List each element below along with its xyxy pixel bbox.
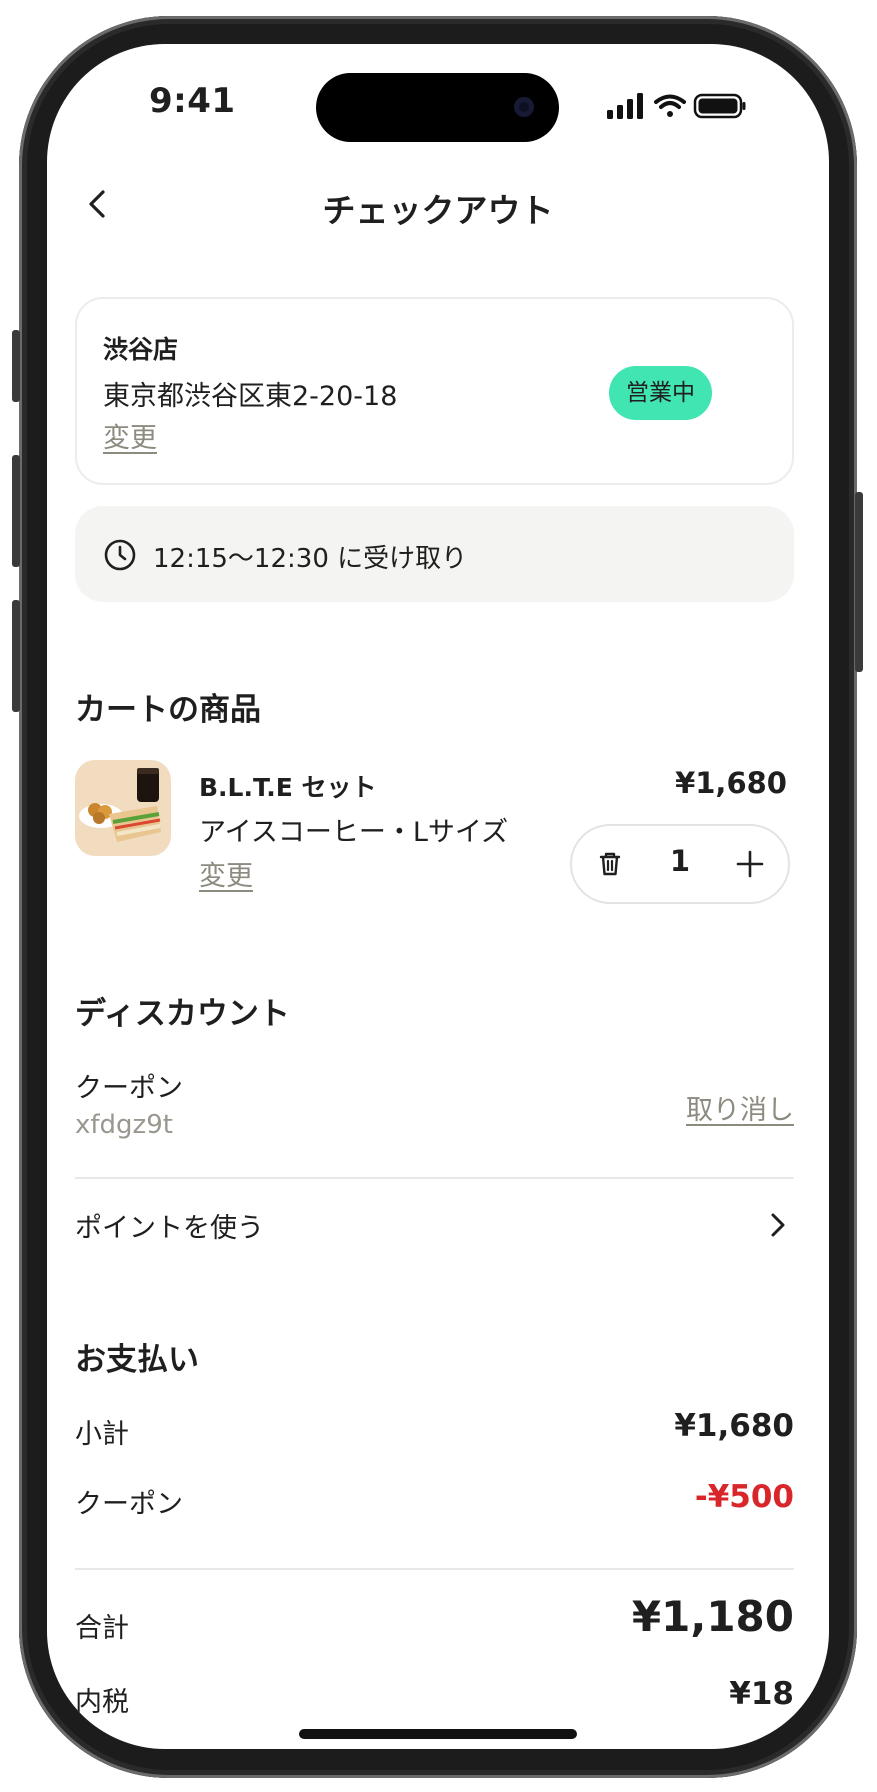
coupon-code: xfdgz9t <box>75 1110 173 1140</box>
status-time: 9:41 <box>149 81 236 121</box>
quantity-stepper: 1 <box>570 824 790 904</box>
plus-icon <box>736 850 764 878</box>
cart-heading: カートの商品 <box>75 692 261 728</box>
coupon-cancel-link[interactable]: 取り消し <box>594 1088 794 1127</box>
quantity-value: 1 <box>669 844 691 878</box>
product-option: アイスコーヒー・Lサイズ <box>199 817 509 848</box>
home-indicator <box>299 1729 577 1739</box>
wifi-icon <box>654 94 686 117</box>
tax-value: ¥18 <box>729 1676 794 1712</box>
page-title: チェックアウト <box>322 191 554 230</box>
use-points-label: ポイントを使う <box>75 1213 264 1244</box>
battery-icon <box>693 93 746 119</box>
product-name: B.L.T.E セット <box>199 773 377 802</box>
trash-icon <box>599 852 621 876</box>
subtotal-value: ¥1,680 <box>674 1408 794 1444</box>
tax-label: 内税 <box>75 1687 129 1718</box>
power-button <box>855 492 863 672</box>
chevron-right-icon <box>771 1213 785 1237</box>
store-address: 東京都渋谷区東2-20-18 <box>103 381 398 412</box>
delete-button[interactable] <box>590 844 630 884</box>
total-value: ¥1,180 <box>631 1592 794 1641</box>
coupon-label: クーポン <box>75 1073 183 1104</box>
status-badge: 営業中 <box>609 366 712 420</box>
product-image <box>75 760 171 856</box>
dynamic-island <box>316 73 559 142</box>
coupon-discount-value: -¥500 <box>694 1479 794 1515</box>
pickup-time-text: 12:15〜12:30 に受け取り <box>153 544 468 574</box>
discount-heading: ディスカウント <box>75 996 290 1032</box>
product-price: ¥1,680 <box>675 766 787 800</box>
subtotal-label: 小計 <box>75 1419 129 1450</box>
store-change-link[interactable]: 変更 <box>103 416 157 455</box>
total-label: 合計 <box>75 1613 129 1644</box>
payment-heading: お支払い <box>75 1342 199 1378</box>
volume-down-button <box>12 600 20 712</box>
action-button <box>12 330 20 402</box>
signal-icon <box>607 93 643 119</box>
volume-up-button <box>12 455 20 567</box>
divider <box>75 1177 794 1179</box>
store-name: 渋谷店 <box>103 335 179 364</box>
divider <box>75 1568 794 1570</box>
camera-icon <box>514 97 534 117</box>
app-screen: 9:41 チェックアウト 渋谷店 東京都渋谷区東2-20-18 変更 営業中 1… <box>47 44 829 1749</box>
coupon-discount-label: クーポン <box>75 1489 183 1520</box>
status-icons <box>607 92 747 122</box>
clock-icon <box>104 539 136 571</box>
increment-button[interactable] <box>730 844 770 884</box>
product-change-link[interactable]: 変更 <box>199 854 253 893</box>
